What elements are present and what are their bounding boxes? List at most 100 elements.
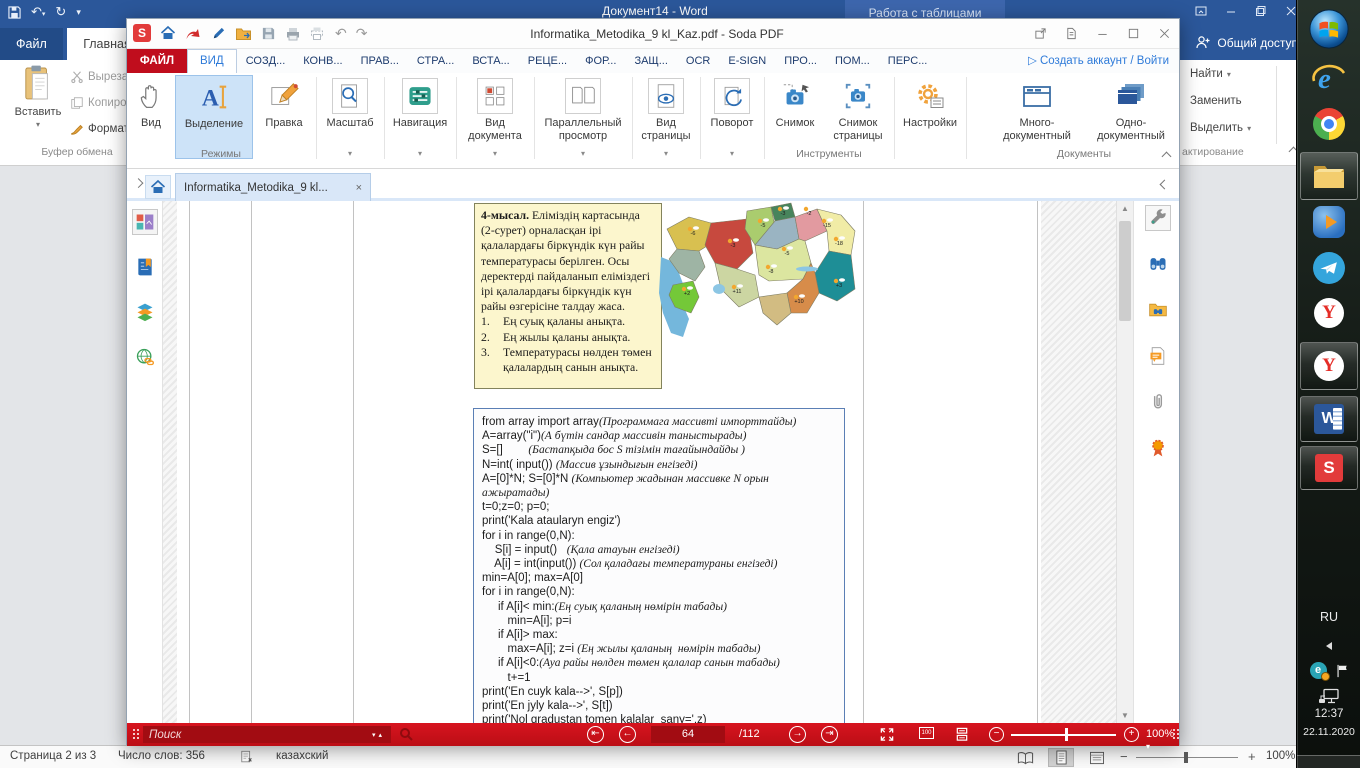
search-box[interactable]: Поиск ▾▴ [143, 726, 391, 743]
save-icon[interactable] [8, 6, 21, 19]
view-mode-button[interactable]: Вид [129, 75, 173, 159]
taskbar-item-yandex[interactable]: Y [1297, 298, 1360, 328]
rotate-dropdown-arrow[interactable]: ▾ [703, 149, 761, 158]
zoom-out-button[interactable]: − [1120, 749, 1128, 764]
soda-tab-view-active[interactable]: ВИД [187, 49, 237, 73]
thumbnails-panel-icon[interactable] [132, 209, 158, 235]
open-folder-icon[interactable] [235, 26, 252, 41]
maximize-icon[interactable] [1127, 27, 1140, 40]
advanced-search-panel-icon[interactable] [1145, 297, 1171, 323]
undo-icon[interactable]: ↶▾ [31, 4, 45, 20]
language-indicator[interactable]: RU [1297, 610, 1360, 624]
customize-qat-icon[interactable]: ▾ [76, 7, 81, 18]
zoom-level-status[interactable]: 100% [1266, 750, 1295, 762]
redo-icon[interactable]: ↷ [356, 25, 368, 42]
close-icon[interactable] [1158, 27, 1171, 40]
minimize-icon[interactable] [1224, 4, 1238, 18]
scroll-down-icon[interactable]: ▼ [1121, 711, 1129, 720]
soda-ribbon-tab[interactable]: ВСТА... [463, 49, 518, 73]
select-button[interactable]: Выделить▾ [1190, 122, 1251, 134]
show-desktop-button[interactable] [1297, 755, 1360, 768]
document-view-button[interactable]: Вид документа [459, 75, 531, 159]
taskbar-item-word-active[interactable]: W [1300, 396, 1358, 442]
zoom-out-button[interactable]: − [989, 727, 1004, 742]
replace-button[interactable]: Заменить [1190, 95, 1242, 107]
collapse-right-panel-icon[interactable] [1160, 180, 1170, 190]
zoom-in-button[interactable]: + [1124, 727, 1139, 742]
fit-screen-icon[interactable] [879, 727, 895, 742]
soda-tab-file[interactable]: ФАЙЛ [127, 49, 187, 73]
word-count-status[interactable]: Число слов: 356 [118, 750, 205, 762]
restore-icon[interactable] [1254, 4, 1268, 18]
home-icon[interactable] [160, 25, 176, 41]
print-icon[interactable] [285, 26, 301, 41]
print-layout-button[interactable] [1048, 748, 1074, 767]
soda-ribbon-tab[interactable]: СОЗД... [237, 49, 295, 73]
word-tab-file[interactable]: Файл [0, 28, 63, 60]
single-document-button[interactable]: Одно-документный [1085, 75, 1177, 159]
taskbar-item-media-player[interactable] [1297, 206, 1360, 238]
undo-icon[interactable]: ↶ [335, 25, 347, 42]
taskbar-item-telegram[interactable] [1297, 252, 1360, 284]
page-view-dropdown-arrow[interactable]: ▾ [635, 149, 697, 158]
eset-tray-icon[interactable]: e [1310, 662, 1327, 679]
soda-ribbon-tab[interactable]: ПРАВ... [352, 49, 408, 73]
search-panel-icon[interactable] [1145, 251, 1171, 277]
signatures-panel-icon[interactable] [1145, 435, 1171, 461]
comments-panel-icon[interactable] [1145, 343, 1171, 369]
close-tab-icon[interactable]: × [356, 175, 362, 201]
show-hidden-icons-button[interactable] [1297, 642, 1360, 650]
clock-time[interactable]: 12:37 [1297, 708, 1360, 720]
zoom-slider-track[interactable] [1011, 734, 1116, 736]
search-icon[interactable] [399, 727, 414, 742]
soda-ribbon-tab[interactable]: СТРА... [408, 49, 463, 73]
home-tab-button[interactable] [145, 175, 171, 199]
page-view-button[interactable]: Вид страницы [635, 75, 697, 159]
taskbar-item-explorer[interactable] [1300, 152, 1358, 200]
zoom-dropdown-arrow[interactable]: ▾ [319, 149, 381, 158]
pdf-viewport[interactable]: 4-мысал. Еліміздің картасында (2-сурет) … [163, 201, 1116, 723]
parallel-view-button[interactable]: Параллельный просмотр [537, 75, 629, 159]
page-mode-icon[interactable] [1065, 27, 1078, 40]
language-status[interactable]: казахский [276, 750, 328, 762]
vertical-scrollbar[interactable]: ▲ ▼ [1116, 201, 1133, 723]
actual-size-icon[interactable]: 100 [919, 727, 934, 739]
soda-ribbon-tab[interactable]: КОНВ... [294, 49, 351, 73]
toolbar-drag-handle[interactable] [1173, 729, 1175, 731]
redo-icon[interactable]: ↻ [55, 4, 66, 20]
rotate-button[interactable]: Поворот [703, 75, 761, 159]
next-page-button[interactable]: → [789, 726, 806, 743]
account-signin-link[interactable]: ▷ Создать аккаунт / Войти [1028, 49, 1179, 73]
proofing-icon[interactable] [240, 750, 254, 764]
bookmarks-panel-icon[interactable] [132, 254, 158, 280]
clock-date[interactable]: 22.11.2020 [1297, 726, 1360, 738]
dock-window-icon[interactable] [1034, 27, 1047, 40]
start-button[interactable] [1297, 8, 1360, 50]
minimize-icon[interactable] [1096, 27, 1109, 40]
snapshot-button[interactable]: Снимок [767, 75, 823, 159]
soda-ribbon-tab[interactable]: РЕЦЕ... [519, 49, 576, 73]
page-layout-icon[interactable] [955, 727, 969, 742]
navigation-dropdown-arrow[interactable]: ▾ [387, 149, 453, 158]
page-snapshot-button[interactable]: Снимок страницы [825, 75, 891, 159]
search-prev-next-icons[interactable]: ▾▴ [372, 731, 385, 739]
ribbon-display-icon[interactable] [1194, 4, 1208, 18]
zoom-in-button[interactable]: + [1248, 749, 1256, 764]
scrollbar-thumb[interactable] [1119, 221, 1131, 321]
attachments-panel-icon[interactable] [1145, 389, 1171, 415]
taskbar-item-sodapdf-active[interactable]: S [1300, 446, 1358, 490]
zoom-button[interactable]: Масштаб [319, 75, 381, 159]
document-view-dropdown-arrow[interactable]: ▾ [459, 149, 531, 158]
send-icon[interactable] [185, 26, 202, 41]
soda-ribbon-tab[interactable]: OCR [677, 49, 719, 73]
toolbar-drag-handle[interactable] [133, 729, 135, 731]
last-page-button[interactable]: ⇥ [821, 726, 838, 743]
network-tray-icon[interactable] [1297, 688, 1360, 705]
pen-icon[interactable] [211, 26, 226, 41]
page-count-status[interactable]: Страница 2 из 3 [10, 750, 96, 762]
taskbar-item-internet-explorer[interactable]: e [1297, 60, 1360, 96]
soda-logo-icon[interactable]: S [133, 24, 151, 42]
zoom-level-dropdown[interactable]: 100% ▾ [1146, 728, 1179, 752]
current-page-input[interactable]: 64 [651, 726, 725, 743]
print-page-icon[interactable] [310, 26, 326, 41]
